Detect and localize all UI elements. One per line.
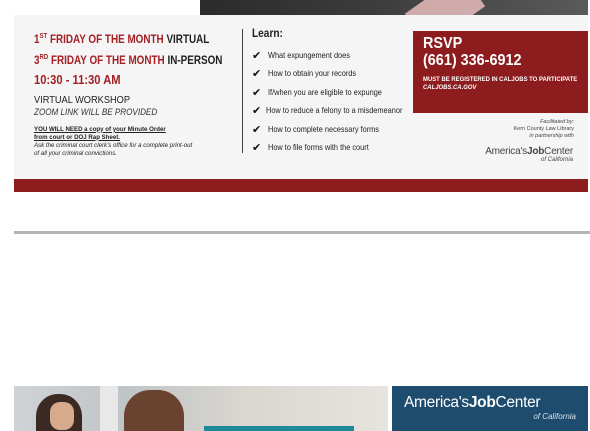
logo-prefix: America's — [404, 394, 469, 411]
schedule-column: 1ST FRIDAY OF THE MONTH VIRTUAL 3RD FRID… — [34, 28, 244, 158]
learn-list: ✔ What expungement does ✔ How to obtain yo… — [252, 46, 412, 157]
logo-prefix: America's — [485, 146, 527, 157]
list-item-text: What expungement does — [268, 50, 350, 60]
schedule-line-2: 3RD FRIDAY OF THE MONTH IN-PERSON — [34, 49, 222, 70]
checkmark-icon: ✔ — [252, 49, 262, 62]
rsvp-box: RSVP (661) 336-6912 MUST BE REGISTERED I… — [413, 31, 588, 113]
checkmark-icon: ✔ — [252, 123, 262, 136]
rsvp-phone: (661) 336-6912 — [423, 52, 522, 69]
checkmark-icon: ✔ — [252, 142, 262, 155]
zoom-note: ZOOM LINK WILL BE PROVIDED — [34, 106, 158, 117]
top-photo — [200, 0, 588, 15]
logo-suffix: Center — [544, 146, 573, 157]
checkmark-icon: ✔ — [252, 68, 262, 81]
photo-stripe — [404, 0, 486, 15]
ajc-banner-logo: America'sJobCenter of California — [392, 386, 588, 431]
schedule-time: 10:30 - 11:30 AM — [34, 71, 121, 87]
list-item: ✔ How to file forms with the court — [252, 139, 412, 158]
list-item-text: How to reduce a felony to a misdemeanor — [266, 106, 403, 116]
learn-title: Learn: — [252, 28, 283, 40]
bottom-photo — [14, 386, 388, 431]
schedule-line-1: 1ST FRIDAY OF THE MONTH VIRTUAL — [34, 28, 215, 49]
schedule-mode: VIRTUAL — [166, 33, 210, 46]
flyer-footer-bar — [14, 179, 588, 192]
rsvp-label: RSVP — [423, 35, 463, 52]
logo-sub: of California — [533, 412, 576, 421]
ajc-logo-small: America'sJobCenter of California — [485, 146, 573, 163]
photo-accent-bar — [204, 426, 354, 431]
photo-shelf — [100, 386, 118, 431]
partnership-label: in partnership with — [529, 133, 574, 139]
requirement-line: of all your criminal convictions. — [34, 149, 117, 157]
checkmark-icon: ✔ — [252, 86, 262, 99]
workshop-flyer: 1ST FRIDAY OF THE MONTH VIRTUAL 3RD FRID… — [14, 15, 588, 179]
rsvp-note: MUST BE REGISTERED IN CALJOBS TO PARTICI… — [423, 76, 578, 83]
logo-bold: Job — [468, 394, 496, 411]
requirement-line: from court or DOJ Rap Sheet. — [34, 133, 121, 141]
photo-person — [124, 390, 184, 431]
list-item: ✔ What expungement does — [252, 46, 412, 65]
rsvp-site: CALJOBS.CA.GOV — [423, 84, 477, 91]
learn-column: Learn: ✔ What expungement does ✔ How to ob… — [252, 28, 412, 157]
list-item-text: If/when you are eligible to expunge — [268, 87, 382, 97]
horizontal-rule — [14, 231, 590, 234]
ordinal-suffix: RD — [39, 53, 49, 61]
facilitated-by: Facilitated by: Kern County Law Library … — [513, 119, 574, 140]
schedule-mode: IN-PERSON — [167, 54, 223, 67]
requirement-line: Ask the criminal court clerk's office fo… — [34, 141, 193, 149]
list-item: ✔ How to reduce a felony to a misdemeanor — [252, 102, 412, 121]
photo-face — [50, 402, 74, 430]
logo-suffix: Center — [495, 394, 541, 411]
list-item: ✔ If/when you are eligible to expunge — [252, 83, 412, 102]
schedule-text: FRIDAY OF THE MONTH — [48, 54, 168, 67]
list-item-text: How to obtain your records — [268, 69, 357, 79]
logo-sub: of California — [540, 157, 573, 163]
column-divider — [242, 29, 243, 153]
checkmark-icon: ✔ — [252, 105, 262, 118]
list-item-text: How to file forms with the court — [268, 143, 369, 153]
facilitated-label: Facilitated by: — [540, 119, 574, 125]
workshop-type: VIRTUAL WORKSHOP — [34, 93, 131, 106]
logo-bold: Job — [526, 146, 545, 157]
list-item-text: How to complete necessary forms — [268, 124, 379, 134]
requirements-note: YOU WILL NEED a copy of your Minute Orde… — [34, 126, 244, 158]
list-item: ✔ How to obtain your records — [252, 65, 412, 84]
schedule-text: FRIDAY OF THE MONTH — [47, 33, 167, 46]
requirement-line: YOU WILL NEED a copy of your Minute Orde… — [34, 125, 166, 133]
facilitator-name: Kern County Law Library — [513, 126, 574, 132]
list-item: ✔ How to complete necessary forms — [252, 120, 412, 139]
